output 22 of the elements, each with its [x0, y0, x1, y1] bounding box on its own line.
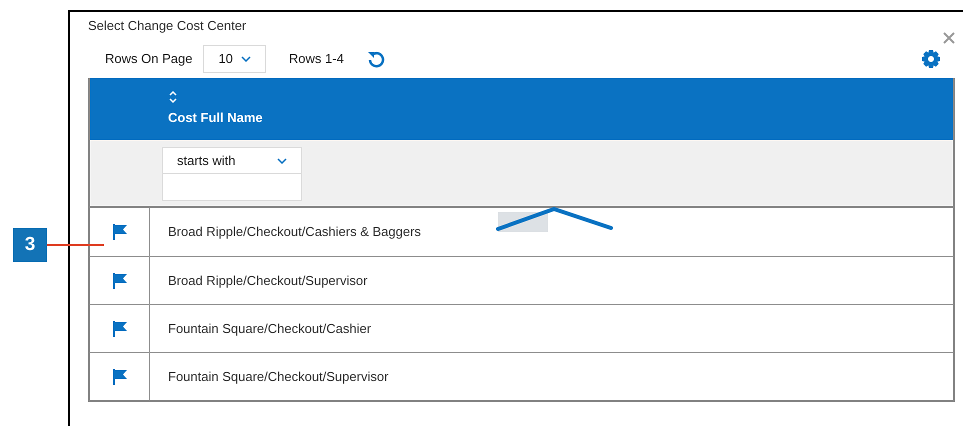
rows-per-page-dropdown[interactable]: 10: [203, 45, 266, 73]
flag-icon[interactable]: [110, 368, 128, 386]
table-cell-text: Fountain Square/Checkout/Supervisor: [168, 368, 388, 386]
rows-on-page-label: Rows On Page: [105, 50, 192, 68]
close-icon[interactable]: [943, 32, 955, 44]
flag-icon[interactable]: [110, 272, 128, 290]
flag-icon[interactable]: [110, 320, 128, 338]
collapse-chevron-icon[interactable]: [496, 206, 614, 234]
callout-number: 3: [13, 228, 47, 262]
dialog-title: Select Change Cost Center: [88, 17, 246, 35]
table-cell-text: Fountain Square/Checkout/Cashier: [168, 320, 372, 338]
chevron-down-icon: [277, 158, 287, 164]
leader-line: [47, 244, 104, 246]
rows-range-text: Rows 1-4: [288, 50, 344, 68]
sort-icon: [168, 90, 178, 104]
flag-icon[interactable]: [110, 223, 128, 241]
settings-icon[interactable]: [921, 49, 941, 69]
refresh-icon[interactable]: [366, 49, 386, 69]
column-header[interactable]: Cost Full Name: [168, 78, 263, 140]
table-cell-text: Broad Ripple/Checkout/Supervisor: [168, 272, 368, 290]
chevron-down-icon: [240, 56, 251, 62]
table-cell-text: Broad Ripple/Checkout/Cashiers & Baggers: [168, 223, 421, 242]
